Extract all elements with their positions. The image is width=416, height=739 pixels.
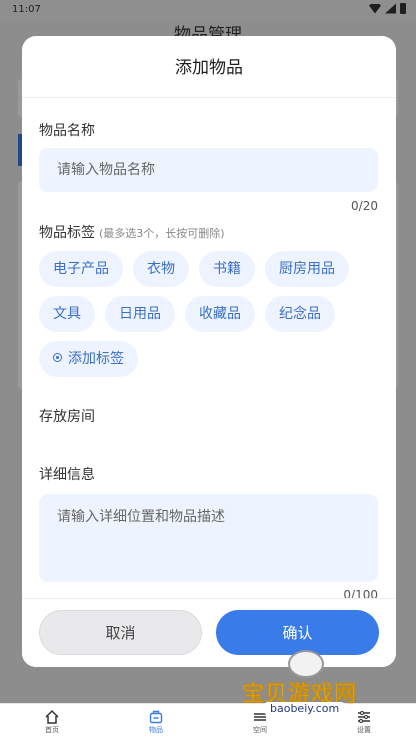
tag-chip[interactable]: 电子产品 <box>39 251 123 287</box>
tag-chip[interactable]: 文具 <box>39 296 95 332</box>
status-bar: 11:07 <box>0 0 416 22</box>
tag-chip[interactable]: 厨房用品 <box>265 251 349 287</box>
signal-icon <box>385 3 396 14</box>
detail-label: 详细信息 <box>39 467 95 483</box>
watermark: 宝贝游戏网 baobeiy.com <box>236 650 386 720</box>
tag-chip[interactable]: 日用品 <box>105 296 175 332</box>
box-icon <box>149 710 163 723</box>
detail-textarea[interactable]: 请输入详细位置和物品描述 <box>39 494 378 582</box>
item-name-label: 物品名称 <box>39 123 95 139</box>
nav-label: 物品 <box>149 725 163 734</box>
nav-item-home[interactable]: 首页 <box>22 709 82 735</box>
watermark-url: baobeiy.com <box>264 702 346 715</box>
room-label: 存放房间 <box>39 409 95 425</box>
item-name-counter: 0/20 <box>351 199 378 213</box>
add-tag-label: 添加标签 <box>68 351 124 367</box>
item-name-input[interactable]: 请输入物品名称 <box>39 148 378 192</box>
tag-chip[interactable]: 书籍 <box>199 251 255 287</box>
item-tags-hint: (最多选3个，长按可删除) <box>99 227 225 240</box>
nav-label: 首页 <box>45 725 59 734</box>
home-icon <box>45 709 59 724</box>
nav-label: 设置 <box>357 725 371 734</box>
status-icons <box>369 3 406 14</box>
status-time: 11:07 <box>12 4 41 15</box>
nav-item-items[interactable]: 物品 <box>126 709 186 735</box>
tag-chip[interactable]: 纪念品 <box>265 296 335 332</box>
dialog-title: 添加物品 <box>22 36 396 98</box>
item-tags-label: 物品标签 (最多选3个，长按可删除) <box>39 222 225 242</box>
dialog-content[interactable]: 物品名称 请输入物品名称 0/20 物品标签 (最多选3个，长按可删除) 电子产品… <box>22 98 396 598</box>
detail-counter: 0/100 <box>343 588 378 598</box>
cancel-button[interactable]: 取消 <box>39 610 202 655</box>
add-tag-button[interactable]: 添加标签 <box>39 341 138 377</box>
item-tags-label-text: 物品标签 <box>39 225 95 241</box>
nav-label: 空间 <box>253 725 267 734</box>
add-circle-icon <box>53 353 62 362</box>
watermark-mascot-icon <box>288 650 324 678</box>
battery-icon <box>400 3 406 14</box>
confirm-button[interactable]: 确认 <box>216 610 379 655</box>
tag-chip[interactable]: 衣物 <box>133 251 189 287</box>
wifi-icon <box>369 3 381 14</box>
tag-chip[interactable]: 收藏品 <box>185 296 255 332</box>
add-item-dialog: 添加物品 物品名称 请输入物品名称 0/20 物品标签 (最多选3个，长按可删除)… <box>22 36 396 667</box>
